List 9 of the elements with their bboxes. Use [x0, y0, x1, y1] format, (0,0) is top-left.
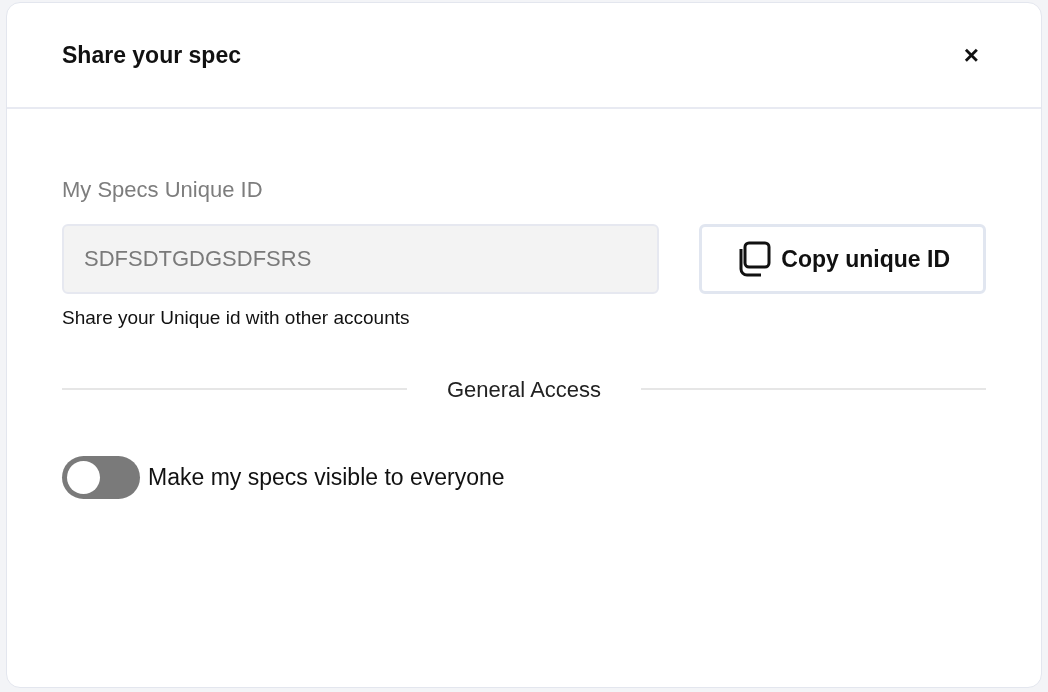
- field-hint: Share your Unique id with other accounts: [62, 306, 411, 330]
- toggle-label: Make my specs visible to everyone: [148, 462, 505, 492]
- dialog-title: Share your spec: [62, 40, 241, 70]
- field-label: My Specs Unique ID: [62, 176, 264, 204]
- close-button[interactable]: ×: [963, 42, 979, 68]
- copy-button[interactable]: Copy unique ID: [699, 224, 986, 294]
- section-title: General Access: [446, 375, 602, 404]
- visibility-toggle[interactable]: [62, 455, 140, 499]
- unique-id-field[interactable]: SDFSDTGDGSDFSRS: [62, 224, 660, 294]
